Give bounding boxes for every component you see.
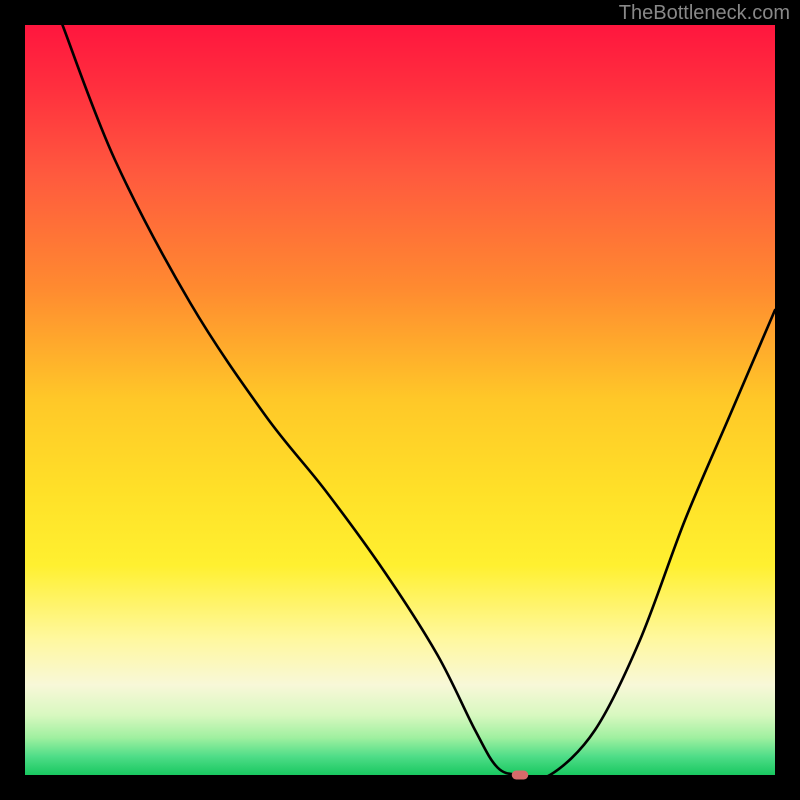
chart-plot-area: [25, 25, 775, 775]
bottleneck-curve: [63, 25, 776, 779]
optimal-marker: [512, 771, 529, 780]
chart-overlay: [25, 25, 775, 775]
watermark-text: TheBottleneck.com: [619, 2, 790, 25]
